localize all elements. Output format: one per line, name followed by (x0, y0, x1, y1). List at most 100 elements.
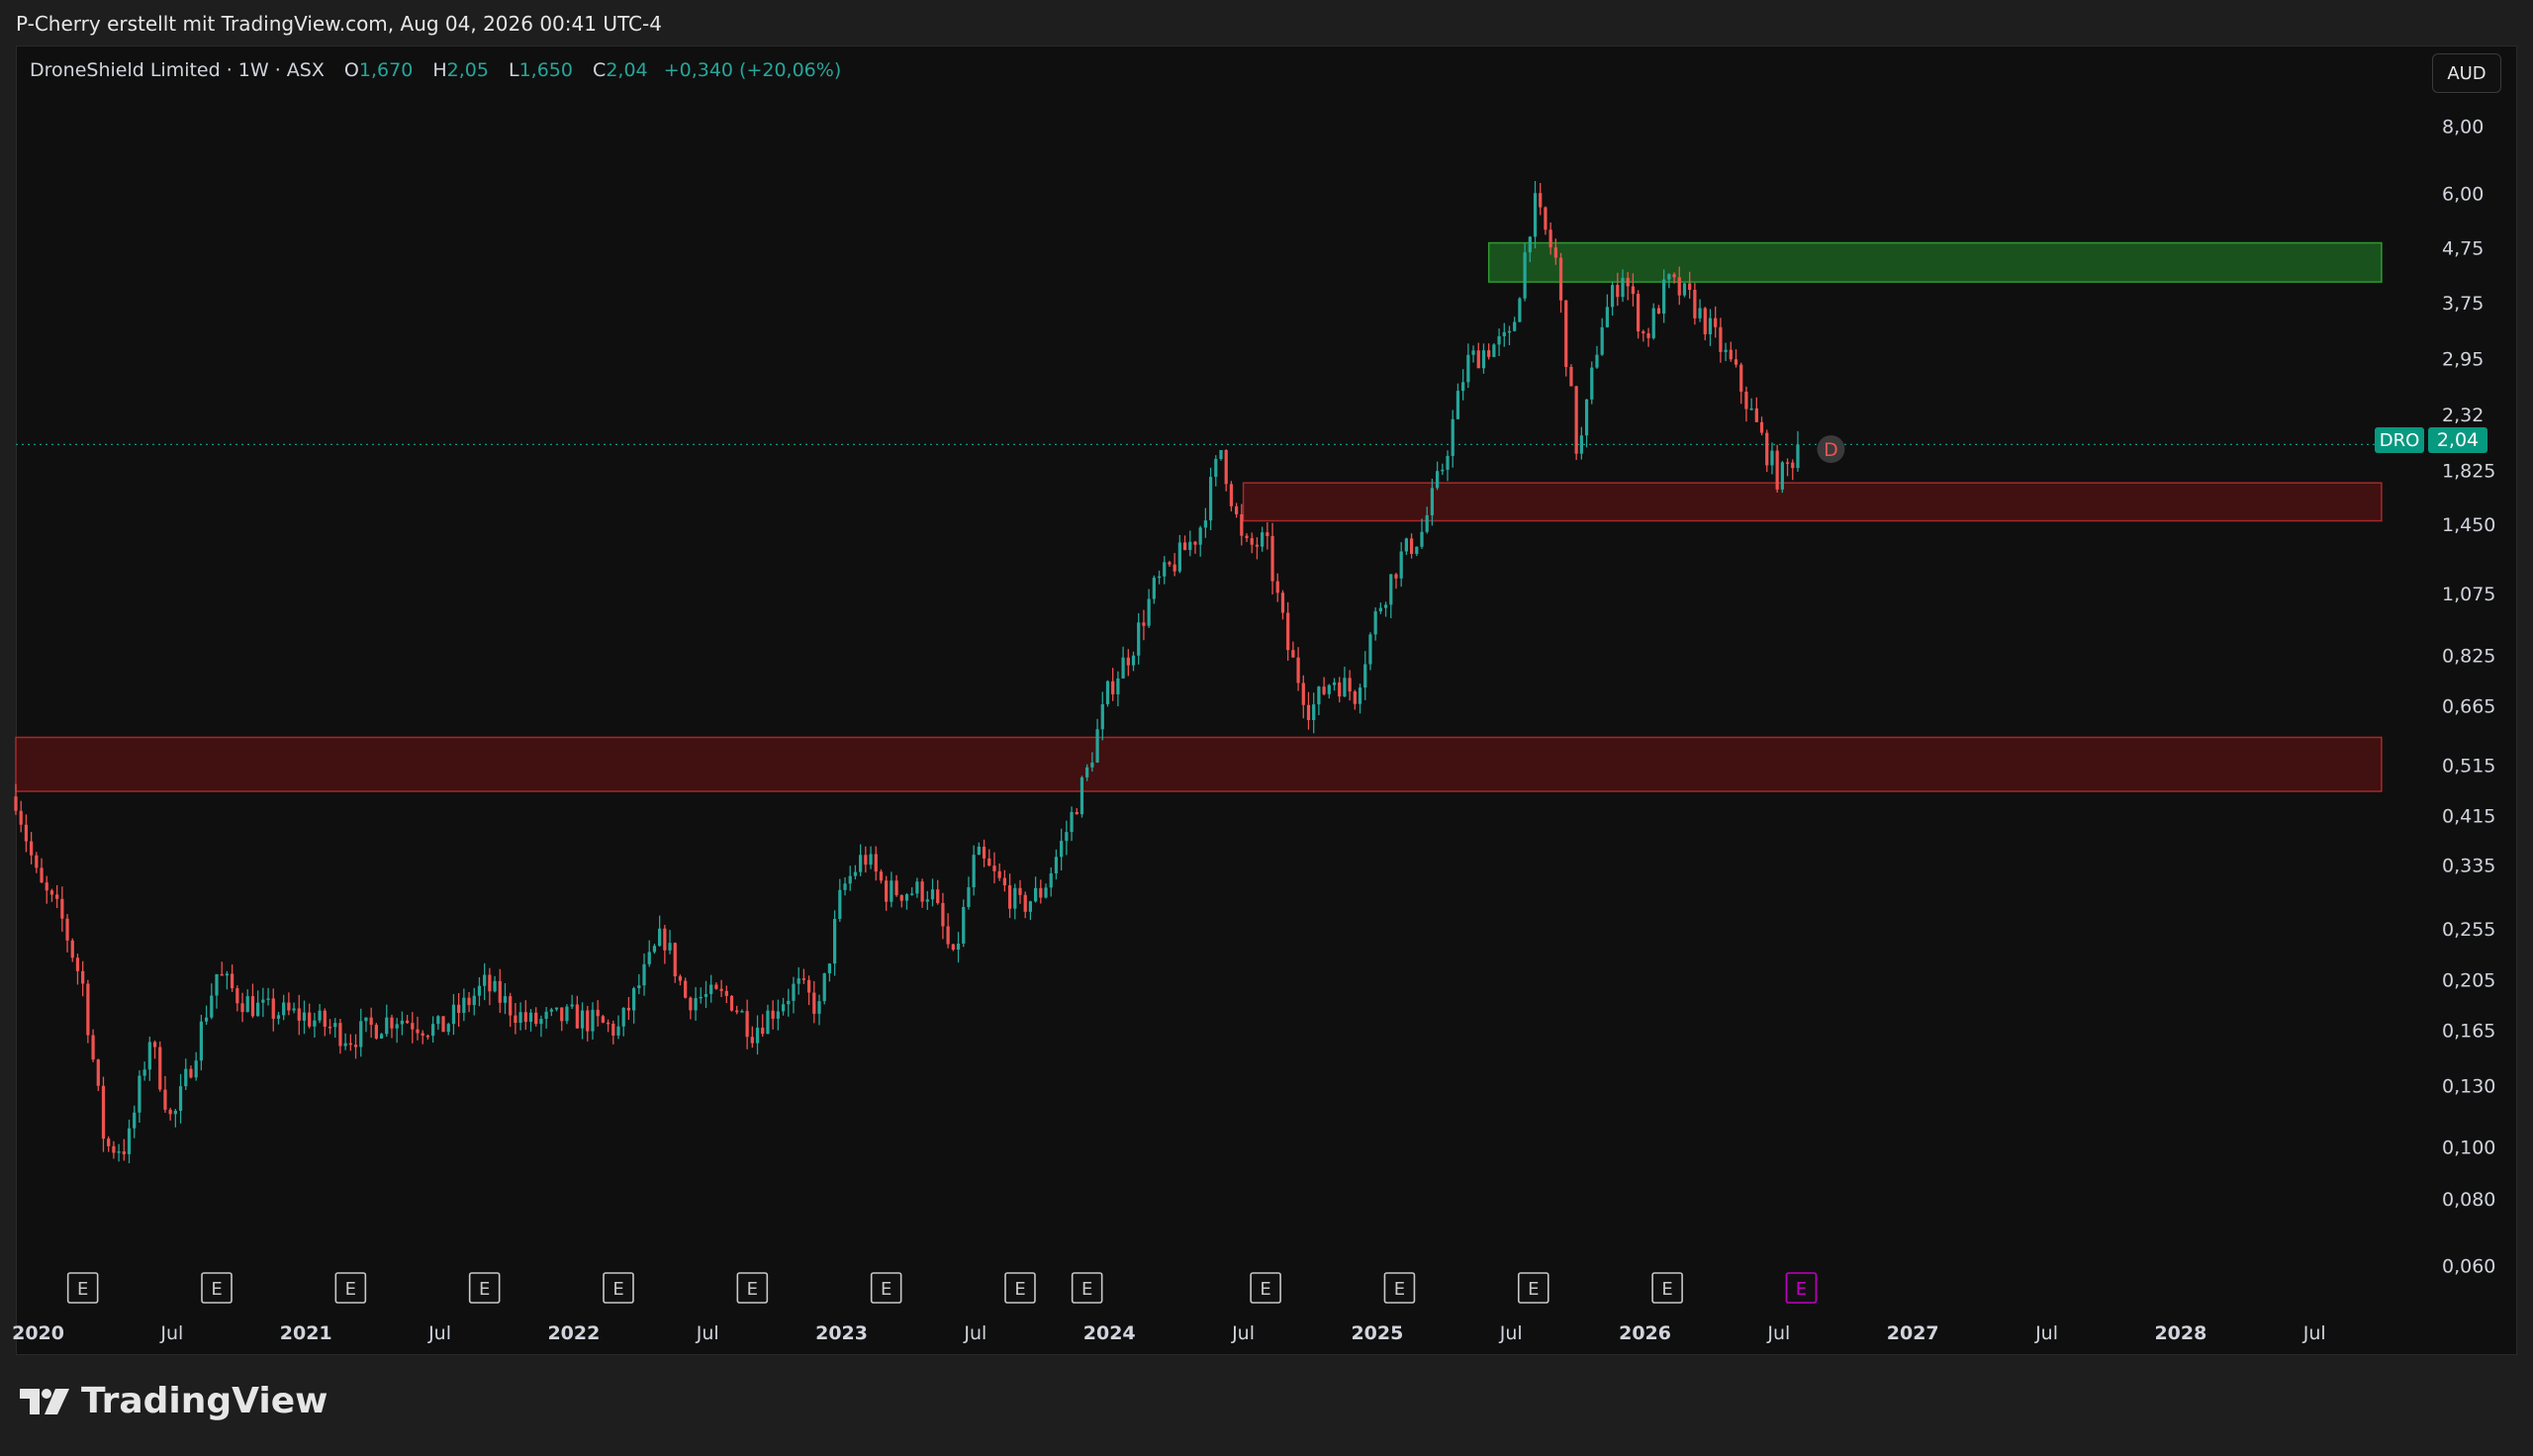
candle-body-112 (591, 1009, 595, 1032)
candle-body-82 (436, 1016, 440, 1025)
candle-body-50 (271, 998, 275, 1019)
candle-body-59 (318, 1010, 322, 1021)
candle-body-340 (1765, 432, 1769, 466)
y-tick-label-12: 0,415 (2442, 805, 2495, 827)
candle-body-25 (142, 1069, 146, 1076)
earnings-marker-label-8: E (1081, 1279, 1092, 1300)
candle-body-330 (1714, 318, 1718, 327)
candle-body-234 (1219, 450, 1223, 459)
candle-body-2 (24, 824, 29, 842)
candle-body-307 (1595, 354, 1599, 368)
candle-body-19 (112, 1145, 116, 1153)
x-tick-label-16: 2028 (2154, 1322, 2206, 1344)
candle-body-260 (1353, 691, 1357, 704)
candle-body-64 (343, 1043, 347, 1046)
candle-body-183 (956, 943, 961, 951)
candle-body-221 (1152, 578, 1156, 599)
price-tag-value: 2,04 (2428, 427, 2487, 453)
candle-body-300 (1558, 257, 1563, 301)
candle-body-225 (1173, 564, 1176, 572)
candle-body-311 (1616, 285, 1620, 298)
currency-button[interactable]: AUD (2432, 53, 2501, 93)
candle-body-119 (626, 1007, 631, 1011)
candle-body-318 (1651, 308, 1655, 338)
candle-body-285 (1481, 350, 1486, 369)
candle-body-316 (1642, 331, 1645, 333)
candle-body-65 (348, 1043, 352, 1046)
candle-body-84 (446, 1024, 450, 1033)
candle-body-265 (1378, 607, 1382, 612)
candle-body-81 (431, 1024, 435, 1037)
legend-open-label: O (343, 59, 359, 81)
candle-body-282 (1466, 354, 1470, 383)
candle-body-273 (1420, 531, 1424, 547)
candle-body-60 (323, 1010, 327, 1027)
candle-body-227 (1182, 542, 1187, 551)
candle-body-42 (231, 973, 235, 989)
candle-body-63 (338, 1023, 342, 1046)
candle-body-287 (1492, 344, 1496, 357)
candle-body-182 (951, 944, 955, 951)
candle-body-229 (1193, 541, 1197, 545)
x-tick-label-6: 2023 (815, 1322, 868, 1344)
candle-body-321 (1667, 274, 1671, 280)
candle-body-236 (1229, 484, 1234, 506)
candle-body-163 (853, 871, 858, 876)
candle-body-135 (709, 984, 713, 994)
candle-body-155 (812, 992, 816, 1014)
candle-body-124 (652, 946, 657, 953)
candle-body-127 (668, 943, 672, 951)
earnings-marker-label-2: E (345, 1279, 356, 1300)
candle-body-286 (1487, 350, 1491, 357)
earnings-marker-label-3: E (479, 1279, 490, 1300)
candle-body-125 (658, 928, 662, 947)
candle-body-38 (210, 995, 214, 1018)
candle-body-199 (1039, 887, 1043, 898)
candle-body-269 (1399, 551, 1403, 579)
tradingview-brand[interactable]: TradingView (18, 1381, 328, 1421)
candle-body-278 (1446, 455, 1450, 470)
candle-body-18 (107, 1138, 111, 1146)
candle-body-343 (1780, 462, 1784, 490)
price-chart[interactable]: 8,00 6,00 4,75 3,75 2,95 2,32 1,825 1,450 1,075 0… (0, 0, 2533, 1456)
y-tick-label-16: 0,165 (2442, 1020, 2495, 1042)
candle-body-93 (493, 980, 497, 992)
candle-body-99 (523, 1012, 527, 1023)
candle-body-20 (117, 1151, 121, 1153)
candle-body-239 (1245, 535, 1249, 539)
candle-body-267 (1389, 574, 1393, 605)
candle-body-323 (1677, 277, 1681, 296)
candle-body-291 (1513, 321, 1517, 331)
candle-body-66 (353, 1045, 358, 1047)
candle-body-259 (1348, 678, 1352, 692)
candle-body-196 (1023, 894, 1027, 912)
candle-body-301 (1564, 300, 1568, 367)
candle-body-272 (1415, 546, 1419, 554)
candle-body-230 (1198, 527, 1202, 545)
candle-body-177 (925, 899, 929, 902)
candle-body-101 (534, 1012, 538, 1025)
candle-body-203 (1060, 841, 1064, 858)
candle-body-249 (1296, 657, 1300, 683)
candle-body-248 (1291, 650, 1295, 658)
candle-body-342 (1775, 450, 1779, 490)
candle-body-146 (766, 1010, 770, 1035)
earnings-marker-label-5: E (747, 1279, 758, 1300)
candle-body-169 (885, 880, 889, 902)
candle-body-94 (498, 980, 502, 1003)
candle-body-337 (1749, 408, 1753, 410)
candle-body-345 (1791, 462, 1795, 469)
candle-body-289 (1502, 331, 1506, 336)
x-tick-label-9: Jul (1231, 1322, 1255, 1344)
candle-body-168 (879, 871, 884, 881)
candle-body-46 (250, 996, 255, 1017)
candle-body-187 (977, 846, 981, 856)
candle-body-43 (235, 988, 239, 1004)
candle-body-23 (133, 1112, 137, 1129)
candle-body-250 (1301, 682, 1305, 705)
candle-body-17 (101, 1085, 106, 1139)
candle-body-271 (1409, 538, 1414, 554)
candle-body-253 (1317, 686, 1321, 705)
candle-body-322 (1672, 274, 1676, 278)
y-tick-label-0: 8,00 (2442, 117, 2484, 138)
